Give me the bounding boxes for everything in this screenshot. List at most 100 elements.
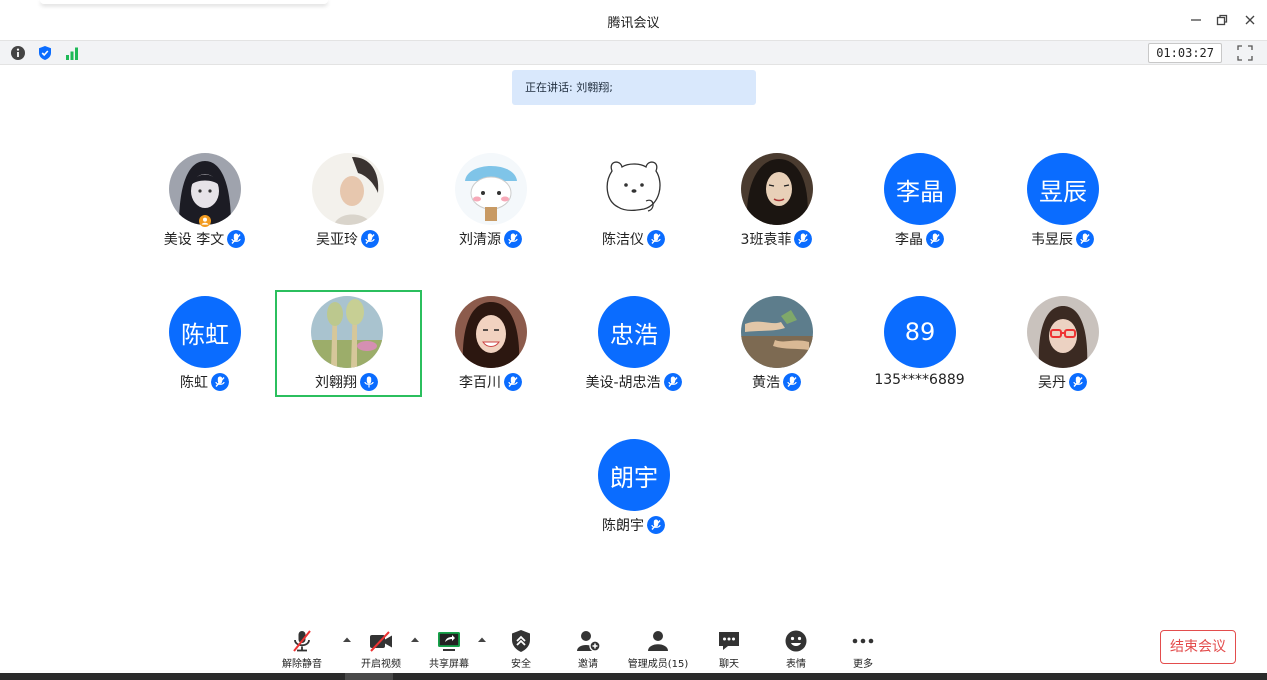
end-meeting-button[interactable]: 结束会议 xyxy=(1160,630,1236,664)
restore-button[interactable] xyxy=(1212,10,1232,30)
participant-tile[interactable]: 黄浩 xyxy=(705,290,848,396)
shield-icon[interactable] xyxy=(37,45,53,61)
avatar-photo-icon xyxy=(311,296,383,368)
share-screen-label: 共享屏幕 xyxy=(429,659,469,670)
participant-tile[interactable]: 陈洁仪 xyxy=(562,147,705,253)
title-tab-shadow xyxy=(40,0,328,4)
mic-status-icon xyxy=(504,373,522,391)
avatar-photo-icon xyxy=(598,153,670,225)
fullscreen-icon[interactable] xyxy=(1237,45,1253,61)
minimize-icon xyxy=(1191,19,1201,21)
security-icon xyxy=(512,630,530,652)
avatar xyxy=(312,153,384,225)
members-icon xyxy=(648,631,668,651)
participant-name: 黄浩 xyxy=(752,375,780,391)
participant-name: 韦昱辰 xyxy=(1031,232,1073,248)
avatar-text: 昱辰 xyxy=(1027,153,1099,225)
participant-tile[interactable]: 89 135****6889 xyxy=(848,290,991,396)
avatar-text: 89 xyxy=(884,296,956,368)
participant-name-row: 吴亚玲 xyxy=(276,229,419,249)
participant-tile[interactable]: 吴丹 xyxy=(991,290,1134,396)
meeting-timer: 01:03:27 xyxy=(1148,43,1222,63)
participant-name: 陈朗宇 xyxy=(602,518,644,534)
mic-status-icon xyxy=(794,230,813,248)
security-button[interactable]: 安全 xyxy=(489,628,553,672)
reactions-label: 表情 xyxy=(786,659,806,670)
participant-name-row: 美设-胡忠浩 xyxy=(562,372,705,392)
start-video-button[interactable]: 开启视频 xyxy=(349,628,413,672)
more-button[interactable]: 更多 xyxy=(831,628,895,672)
participant-name-row: 李百川 xyxy=(419,372,562,392)
participant-name: 美设-胡忠浩 xyxy=(585,375,661,391)
participant-tile[interactable]: 陈虹 陈虹 xyxy=(133,290,276,396)
mic-muted-icon xyxy=(293,630,311,652)
avatar-photo-icon xyxy=(455,153,527,225)
participant-tile[interactable]: 忠浩 美设-胡忠浩 xyxy=(562,290,705,396)
participant-name-row: 李晶 xyxy=(848,229,991,249)
avatar xyxy=(311,296,383,368)
avatar xyxy=(741,296,813,368)
meeting-window: 腾讯会议 01:03:27 正在讲话: 刘翱翔; 美设 李文 吴亚玲 刘清源 陈… xyxy=(0,0,1267,680)
chat-button[interactable]: 聊天 xyxy=(697,628,761,672)
unmute-label: 解除静音 xyxy=(282,659,322,670)
participant-name: 美设 李文 xyxy=(163,232,225,248)
participant-name: 李晶 xyxy=(895,232,923,248)
participant-name-row: 刘翱翔 xyxy=(277,372,416,392)
video-off-icon xyxy=(370,631,392,652)
mic-status-icon xyxy=(361,230,379,248)
invite-button[interactable]: 邀请 xyxy=(556,628,620,672)
mic-status-icon xyxy=(647,516,665,534)
participant-tile[interactable]: 李百川 xyxy=(419,290,562,396)
participant-tile-speaking[interactable]: 刘翱翔 xyxy=(275,290,422,397)
taskbar-active-item[interactable] xyxy=(345,673,393,680)
participant-name: 吴亚玲 xyxy=(316,232,358,248)
mic-status-icon xyxy=(783,373,801,391)
avatar-photo-icon xyxy=(741,153,813,225)
emoji-icon xyxy=(785,630,807,652)
avatar-text: 朗宇 xyxy=(598,439,670,511)
avatar-text: 陈虹 xyxy=(169,296,241,368)
participant-name: 吴丹 xyxy=(1038,375,1066,391)
participant-tile[interactable]: 美设 李文 xyxy=(133,147,276,253)
minimize-button[interactable] xyxy=(1186,10,1206,30)
mic-status-icon xyxy=(926,230,944,248)
participant-name-row: 美设 李文 xyxy=(133,229,276,249)
manage-members-button[interactable]: 管理成员(15) xyxy=(626,628,690,672)
mic-status-icon xyxy=(1076,230,1094,248)
signal-icon[interactable] xyxy=(64,45,80,61)
share-screen-button[interactable]: 共享屏幕 xyxy=(417,628,481,672)
participant-name: 刘翱翔 xyxy=(315,375,357,391)
participant-name-row: 陈朗宇 xyxy=(562,515,705,535)
window-title: 腾讯会议 xyxy=(607,16,660,31)
mic-status-icon xyxy=(227,230,246,248)
avatar-photo-icon xyxy=(1027,296,1099,368)
unmute-button[interactable]: 解除静音 xyxy=(270,628,334,672)
invite-icon xyxy=(577,631,601,652)
participant-name-row: 黄浩 xyxy=(705,372,848,392)
close-window-button[interactable] xyxy=(1240,10,1260,30)
host-badge-icon xyxy=(199,215,211,227)
participant-name-row: 陈虹 xyxy=(133,372,276,392)
avatar xyxy=(598,153,670,225)
reactions-button[interactable]: 表情 xyxy=(764,628,828,672)
avatar xyxy=(1027,296,1099,368)
participant-tile[interactable]: 3班袁菲 xyxy=(705,147,848,253)
participant-tile[interactable]: 李晶 李晶 xyxy=(848,147,991,253)
more-label: 更多 xyxy=(853,659,873,670)
participant-tile[interactable]: 昱辰 韦昱辰 xyxy=(991,147,1134,253)
chat-label: 聊天 xyxy=(719,659,739,670)
info-icon[interactable] xyxy=(10,45,26,61)
share-options-caret-icon[interactable] xyxy=(477,635,487,645)
participant-tile[interactable]: 朗宇 陈朗宇 xyxy=(562,433,705,539)
avatar xyxy=(455,296,527,368)
mic-status-icon xyxy=(1069,373,1087,391)
start-video-label: 开启视频 xyxy=(361,659,401,670)
participant-tile[interactable]: 刘清源 xyxy=(419,147,562,253)
meeting-toolbar: 解除静音 开启视频 共享屏幕 安全 邀请 管理成员(15) 聊天 表情 更多 xyxy=(0,620,1267,672)
avatar-photo-icon xyxy=(312,153,384,225)
manage-members-label: 管理成员(15) xyxy=(627,659,689,670)
mic-status-icon xyxy=(211,373,229,391)
title-bar: 腾讯会议 xyxy=(0,0,1267,40)
mic-status-icon xyxy=(504,230,522,248)
participant-tile[interactable]: 吴亚玲 xyxy=(276,147,419,253)
